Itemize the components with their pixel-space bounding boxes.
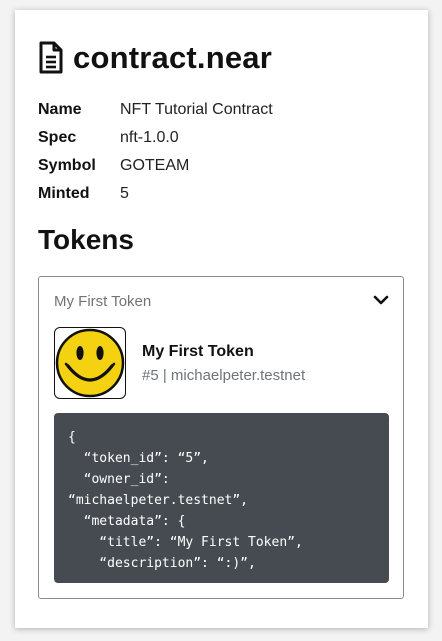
json-line: “metadata”: { [68, 514, 186, 529]
token-name: My First Token [142, 343, 254, 360]
meta-value: 5 [120, 185, 129, 202]
meta-value: NFT Tutorial Contract [120, 101, 273, 118]
meta-row-minted: Minted 5 [38, 180, 398, 208]
json-line: { [68, 430, 76, 445]
token-accordion: My First Token My First Token #5 | micha… [38, 276, 404, 599]
token-summary: My First Token #5 | michaelpeter.testnet [54, 327, 390, 399]
meta-key: Minted [38, 185, 90, 202]
meta-row-symbol: Symbol GOTEAM [38, 152, 398, 180]
json-line: “token_id”: “5”, [68, 451, 209, 466]
document-icon [39, 41, 63, 74]
meta-key: Name [38, 101, 82, 118]
token-image [54, 327, 126, 399]
meta-key: Spec [38, 129, 77, 146]
token-accordion-header[interactable]: My First Token [39, 277, 403, 325]
meta-row-name: Name NFT Tutorial Contract [38, 96, 398, 124]
contract-header: contract.near [38, 38, 272, 78]
meta-key: Symbol [38, 157, 96, 174]
smiley-face-icon [55, 328, 125, 398]
json-line: “owner_id”: [68, 472, 170, 487]
tokens-heading: Tokens [38, 224, 134, 255]
meta-row-spec: Spec nft-1.0.0 [38, 124, 398, 152]
chevron-down-icon[interactable] [373, 294, 389, 306]
meta-value: nft-1.0.0 [120, 129, 179, 146]
token-id-owner: #5 | michaelpeter.testnet [142, 367, 306, 384]
contract-card: contract.near Name NFT Tutorial Contract… [15, 10, 428, 628]
token-accordion-title: My First Token [54, 293, 152, 310]
contract-title: contract.near [73, 40, 272, 75]
json-line: “title”: “My First Token”, [68, 535, 303, 550]
token-json-block: { “token_id”: “5”, “owner_id”: “michaelpe… [54, 413, 389, 583]
json-line: “michaelpeter.testnet”, [68, 493, 249, 508]
json-line: “description”: “:)”, [68, 556, 256, 571]
meta-value: GOTEAM [120, 157, 190, 174]
contract-metadata: Name NFT Tutorial Contract Spec nft-1.0.… [38, 96, 398, 208]
